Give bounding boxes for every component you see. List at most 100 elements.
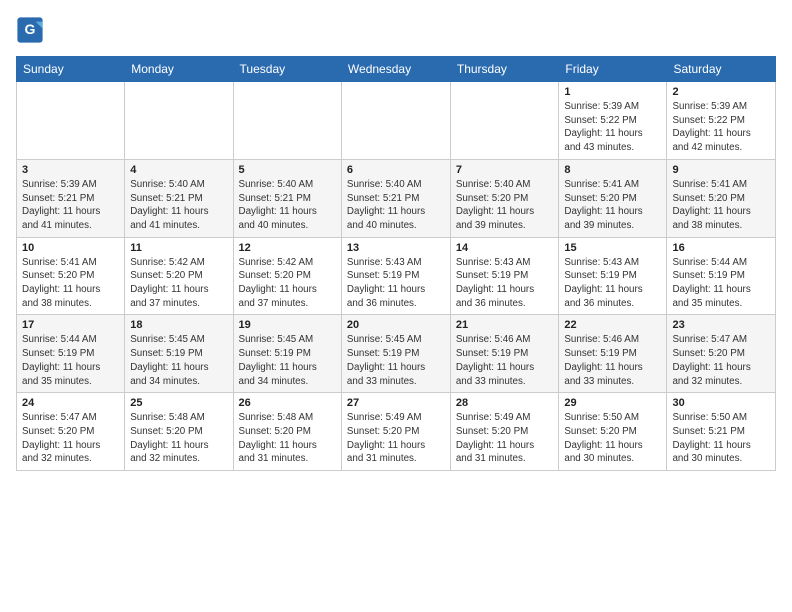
day-number: 30 (672, 397, 770, 409)
day-info: Sunrise: 5:45 AMSunset: 5:19 PMDaylight:… (239, 333, 336, 388)
calendar-cell: 2 Sunrise: 5:39 AMSunset: 5:22 PMDaylight… (667, 82, 776, 160)
calendar-table: SundayMondayTuesdayWednesdayThursdayFrid… (16, 56, 776, 471)
day-info: Sunrise: 5:45 AMSunset: 5:19 PMDaylight:… (347, 333, 445, 388)
calendar-cell: 30 Sunrise: 5:50 AMSunset: 5:21 PMDayligh… (667, 393, 776, 471)
day-info: Sunrise: 5:50 AMSunset: 5:21 PMDaylight:… (672, 411, 770, 466)
calendar-cell (341, 82, 450, 160)
calendar-cell: 20 Sunrise: 5:45 AMSunset: 5:19 PMDayligh… (341, 315, 450, 393)
calendar-cell: 25 Sunrise: 5:48 AMSunset: 5:20 PMDayligh… (125, 393, 233, 471)
day-info: Sunrise: 5:44 AMSunset: 5:19 PMDaylight:… (22, 333, 119, 388)
day-number: 2 (672, 86, 770, 98)
day-info: Sunrise: 5:39 AMSunset: 5:21 PMDaylight:… (22, 178, 119, 233)
day-info: Sunrise: 5:40 AMSunset: 5:21 PMDaylight:… (347, 178, 445, 233)
day-info: Sunrise: 5:44 AMSunset: 5:19 PMDaylight:… (672, 256, 770, 311)
calendar-week-3: 10 Sunrise: 5:41 AMSunset: 5:20 PMDayligh… (17, 237, 776, 315)
calendar-cell: 16 Sunrise: 5:44 AMSunset: 5:19 PMDayligh… (667, 237, 776, 315)
calendar-cell: 4 Sunrise: 5:40 AMSunset: 5:21 PMDaylight… (125, 159, 233, 237)
day-number: 24 (22, 397, 119, 409)
calendar-header-row: SundayMondayTuesdayWednesdayThursdayFrid… (17, 57, 776, 82)
calendar-cell: 15 Sunrise: 5:43 AMSunset: 5:19 PMDayligh… (559, 237, 667, 315)
day-number: 23 (672, 319, 770, 331)
calendar-cell: 9Sunrise: 5:41 AMSunset: 5:20 PMDaylight… (667, 159, 776, 237)
calendar-cell (17, 82, 125, 160)
day-number: 1 (564, 86, 661, 98)
weekday-header-thursday: Thursday (450, 57, 559, 82)
day-number: 18 (130, 319, 227, 331)
weekday-header-monday: Monday (125, 57, 233, 82)
logo-icon: G (16, 16, 44, 44)
day-info: Sunrise: 5:43 AMSunset: 5:19 PMDaylight:… (456, 256, 554, 311)
weekday-header-tuesday: Tuesday (233, 57, 341, 82)
weekday-header-saturday: Saturday (667, 57, 776, 82)
day-number: 10 (22, 242, 119, 254)
day-info: Sunrise: 5:41 AMSunset: 5:20 PMDaylight:… (22, 256, 119, 311)
day-info: Sunrise: 5:39 AMSunset: 5:22 PMDaylight:… (564, 100, 661, 155)
calendar-week-1: 1 Sunrise: 5:39 AMSunset: 5:22 PMDaylight… (17, 82, 776, 160)
calendar-cell: 24Sunrise: 5:47 AMSunset: 5:20 PMDayligh… (17, 393, 125, 471)
day-number: 17 (22, 319, 119, 331)
day-info: Sunrise: 5:48 AMSunset: 5:20 PMDaylight:… (130, 411, 227, 466)
calendar-cell (450, 82, 559, 160)
calendar-cell: 10 Sunrise: 5:41 AMSunset: 5:20 PMDayligh… (17, 237, 125, 315)
weekday-header-sunday: Sunday (17, 57, 125, 82)
logo: G (16, 16, 48, 44)
day-number: 25 (130, 397, 227, 409)
day-number: 11 (130, 242, 227, 254)
day-number: 5 (239, 164, 336, 176)
day-info: Sunrise: 5:41 AMSunset: 5:20 PMDaylight:… (564, 178, 661, 233)
day-number: 20 (347, 319, 445, 331)
day-number: 28 (456, 397, 554, 409)
day-info: Sunrise: 5:46 AMSunset: 5:19 PMDaylight:… (564, 333, 661, 388)
svg-text:G: G (25, 21, 36, 37)
day-number: 6 (347, 164, 445, 176)
day-info: Sunrise: 5:48 AMSunset: 5:20 PMDaylight:… (239, 411, 336, 466)
calendar-cell: 17 Sunrise: 5:44 AMSunset: 5:19 PMDayligh… (17, 315, 125, 393)
day-number: 19 (239, 319, 336, 331)
day-number: 4 (130, 164, 227, 176)
day-number: 22 (564, 319, 661, 331)
day-number: 14 (456, 242, 554, 254)
day-info: Sunrise: 5:40 AMSunset: 5:20 PMDaylight:… (456, 178, 554, 233)
day-number: 13 (347, 242, 445, 254)
calendar-cell (125, 82, 233, 160)
day-info: Sunrise: 5:39 AMSunset: 5:22 PMDaylight:… (672, 100, 770, 155)
calendar-cell (233, 82, 341, 160)
calendar-cell: 11 Sunrise: 5:42 AMSunset: 5:20 PMDayligh… (125, 237, 233, 315)
day-number: 16 (672, 242, 770, 254)
day-number: 15 (564, 242, 661, 254)
calendar-cell: 1 Sunrise: 5:39 AMSunset: 5:22 PMDaylight… (559, 82, 667, 160)
day-number: 26 (239, 397, 336, 409)
calendar-cell: 18 Sunrise: 5:45 AMSunset: 5:19 PMDayligh… (125, 315, 233, 393)
day-number: 3 (22, 164, 119, 176)
calendar-cell: 5 Sunrise: 5:40 AMSunset: 5:21 PMDaylight… (233, 159, 341, 237)
calendar-cell: 3 Sunrise: 5:39 AMSunset: 5:21 PMDaylight… (17, 159, 125, 237)
calendar-cell: 8Sunrise: 5:41 AMSunset: 5:20 PMDaylight… (559, 159, 667, 237)
calendar-week-2: 3 Sunrise: 5:39 AMSunset: 5:21 PMDaylight… (17, 159, 776, 237)
day-info: Sunrise: 5:49 AMSunset: 5:20 PMDaylight:… (347, 411, 445, 466)
calendar-cell: 21 Sunrise: 5:46 AMSunset: 5:19 PMDayligh… (450, 315, 559, 393)
calendar-cell: 14 Sunrise: 5:43 AMSunset: 5:19 PMDayligh… (450, 237, 559, 315)
calendar-cell: 19 Sunrise: 5:45 AMSunset: 5:19 PMDayligh… (233, 315, 341, 393)
calendar-cell: 28Sunrise: 5:49 AMSunset: 5:20 PMDayligh… (450, 393, 559, 471)
day-number: 12 (239, 242, 336, 254)
calendar-cell: 26 Sunrise: 5:48 AMSunset: 5:20 PMDayligh… (233, 393, 341, 471)
day-info: Sunrise: 5:40 AMSunset: 5:21 PMDaylight:… (130, 178, 227, 233)
page-header: G (16, 16, 776, 44)
day-number: 21 (456, 319, 554, 331)
day-info: Sunrise: 5:42 AMSunset: 5:20 PMDaylight:… (239, 256, 336, 311)
calendar-week-5: 24Sunrise: 5:47 AMSunset: 5:20 PMDayligh… (17, 393, 776, 471)
day-info: Sunrise: 5:50 AMSunset: 5:20 PMDaylight:… (564, 411, 661, 466)
day-info: Sunrise: 5:40 AMSunset: 5:21 PMDaylight:… (239, 178, 336, 233)
day-number: 27 (347, 397, 445, 409)
day-number: 7 (456, 164, 554, 176)
day-info: Sunrise: 5:46 AMSunset: 5:19 PMDaylight:… (456, 333, 554, 388)
day-info: Sunrise: 5:43 AMSunset: 5:19 PMDaylight:… (347, 256, 445, 311)
calendar-cell: 29Sunrise: 5:50 AMSunset: 5:20 PMDayligh… (559, 393, 667, 471)
day-info: Sunrise: 5:45 AMSunset: 5:19 PMDaylight:… (130, 333, 227, 388)
calendar-cell: 23Sunrise: 5:47 AMSunset: 5:20 PMDayligh… (667, 315, 776, 393)
calendar-cell: 27 Sunrise: 5:49 AMSunset: 5:20 PMDayligh… (341, 393, 450, 471)
day-info: Sunrise: 5:42 AMSunset: 5:20 PMDaylight:… (130, 256, 227, 311)
day-info: Sunrise: 5:43 AMSunset: 5:19 PMDaylight:… (564, 256, 661, 311)
weekday-header-wednesday: Wednesday (341, 57, 450, 82)
weekday-header-friday: Friday (559, 57, 667, 82)
